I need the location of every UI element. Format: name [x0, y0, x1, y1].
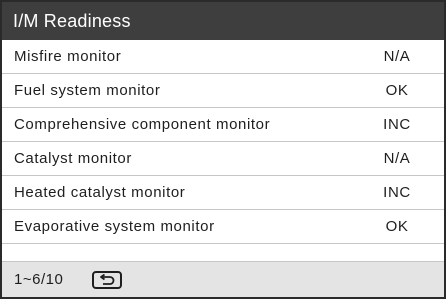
list-item[interactable]: Fuel system monitor OK [2, 74, 444, 108]
list-item[interactable]: Comprehensive component monitor INC [2, 108, 444, 142]
page-indicator: 1~6/10 [14, 271, 64, 288]
monitor-status: OK [385, 218, 409, 235]
monitor-status: N/A [383, 48, 411, 65]
list-item[interactable]: Evaporative system monitor OK [2, 210, 444, 244]
monitor-name: Catalyst monitor [14, 150, 132, 167]
monitor-name: Heated catalyst monitor [14, 184, 186, 201]
monitor-name: Evaporative system monitor [14, 218, 215, 235]
monitor-name: Misfire monitor [14, 48, 122, 65]
monitor-status: INC [383, 184, 411, 201]
monitor-name: Fuel system monitor [14, 82, 161, 99]
monitor-status: INC [383, 116, 411, 133]
monitor-name: Comprehensive component monitor [14, 116, 271, 133]
page-title: I/M Readiness [2, 2, 444, 40]
monitor-status: OK [385, 82, 409, 99]
monitor-list: Misfire monitor N/A Fuel system monitor … [2, 40, 444, 244]
return-arrow-icon [100, 274, 115, 285]
list-item[interactable]: Misfire monitor N/A [2, 40, 444, 74]
back-button[interactable] [92, 271, 122, 289]
list-item[interactable]: Catalyst monitor N/A [2, 142, 444, 176]
im-readiness-screen: I/M Readiness Misfire monitor N/A Fuel s… [0, 0, 446, 299]
list-item[interactable]: Heated catalyst monitor INC [2, 176, 444, 210]
footer-bar: 1~6/10 [2, 261, 444, 297]
monitor-status: N/A [383, 150, 411, 167]
